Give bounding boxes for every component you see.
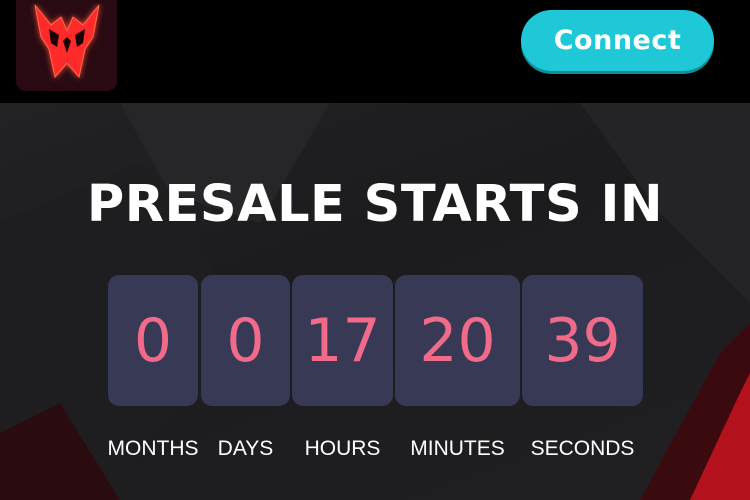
countdown-seconds-label: SECONDS <box>530 437 635 460</box>
logo[interactable] <box>16 0 117 91</box>
presale-page: Connect PRESALE STARTS IN 0 0 17 20 39 M… <box>0 0 750 500</box>
countdown-minutes-value: 20 <box>395 275 520 406</box>
top-navbar: Connect <box>0 0 750 103</box>
wolf-logo-icon <box>34 4 99 78</box>
countdown-months-label: MONTHS <box>107 437 199 460</box>
hero-section: PRESALE STARTS IN 0 0 17 20 39 MONTHS DA… <box>0 103 750 500</box>
countdown-months-value: 0 <box>108 275 198 406</box>
page-title: PRESALE STARTS IN <box>86 175 664 234</box>
countdown-seconds-value: 39 <box>522 275 643 406</box>
countdown-days-label: DAYS <box>217 437 274 460</box>
countdown-days-value: 0 <box>201 275 290 406</box>
countdown-hours-label: HOURS <box>304 437 381 460</box>
countdown-hours-value: 17 <box>292 275 393 406</box>
connect-wallet-button[interactable]: Connect <box>521 10 714 71</box>
countdown-minutes-label: MINUTES <box>410 437 505 460</box>
